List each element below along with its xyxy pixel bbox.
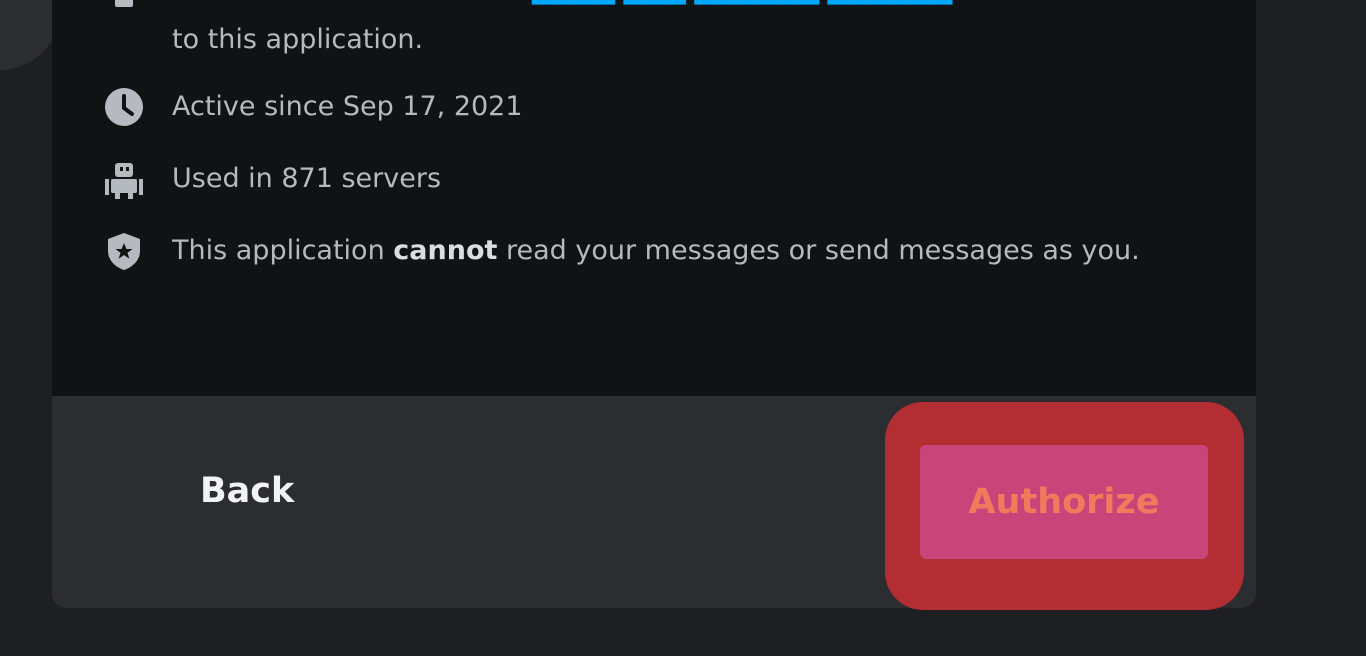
back-button[interactable]: Back	[172, 456, 322, 526]
privacy-policy-row: ████ ███ ██████ ██████ to this applicati…	[102, 0, 1182, 64]
privacy-policy-link[interactable]: ████ ███ ██████ ██████	[532, 0, 952, 14]
robot-icon	[102, 155, 146, 203]
permissions-list: ████ ███ ██████ ██████ to this applicati…	[52, 0, 1256, 396]
shield-star-icon	[102, 227, 146, 275]
active-since-row: Active since Sep 17, 2021	[102, 83, 1182, 131]
clock-icon	[102, 83, 146, 131]
background-shape	[0, 0, 60, 70]
cannot-read-text: This application cannot read your messag…	[172, 235, 1140, 266]
privacy-line-tail: to this application.	[172, 24, 424, 55]
document-icon	[102, 0, 146, 32]
active-since-text: Active since Sep 17, 2021	[172, 91, 523, 122]
servers-row: Used in 871 servers	[102, 155, 1182, 203]
cannot-emphasis: cannot	[393, 235, 498, 266]
authorize-button[interactable]: Authorize	[920, 445, 1208, 559]
cannot-read-row: This application cannot read your messag…	[102, 227, 1182, 275]
servers-text: Used in 871 servers	[172, 163, 442, 194]
